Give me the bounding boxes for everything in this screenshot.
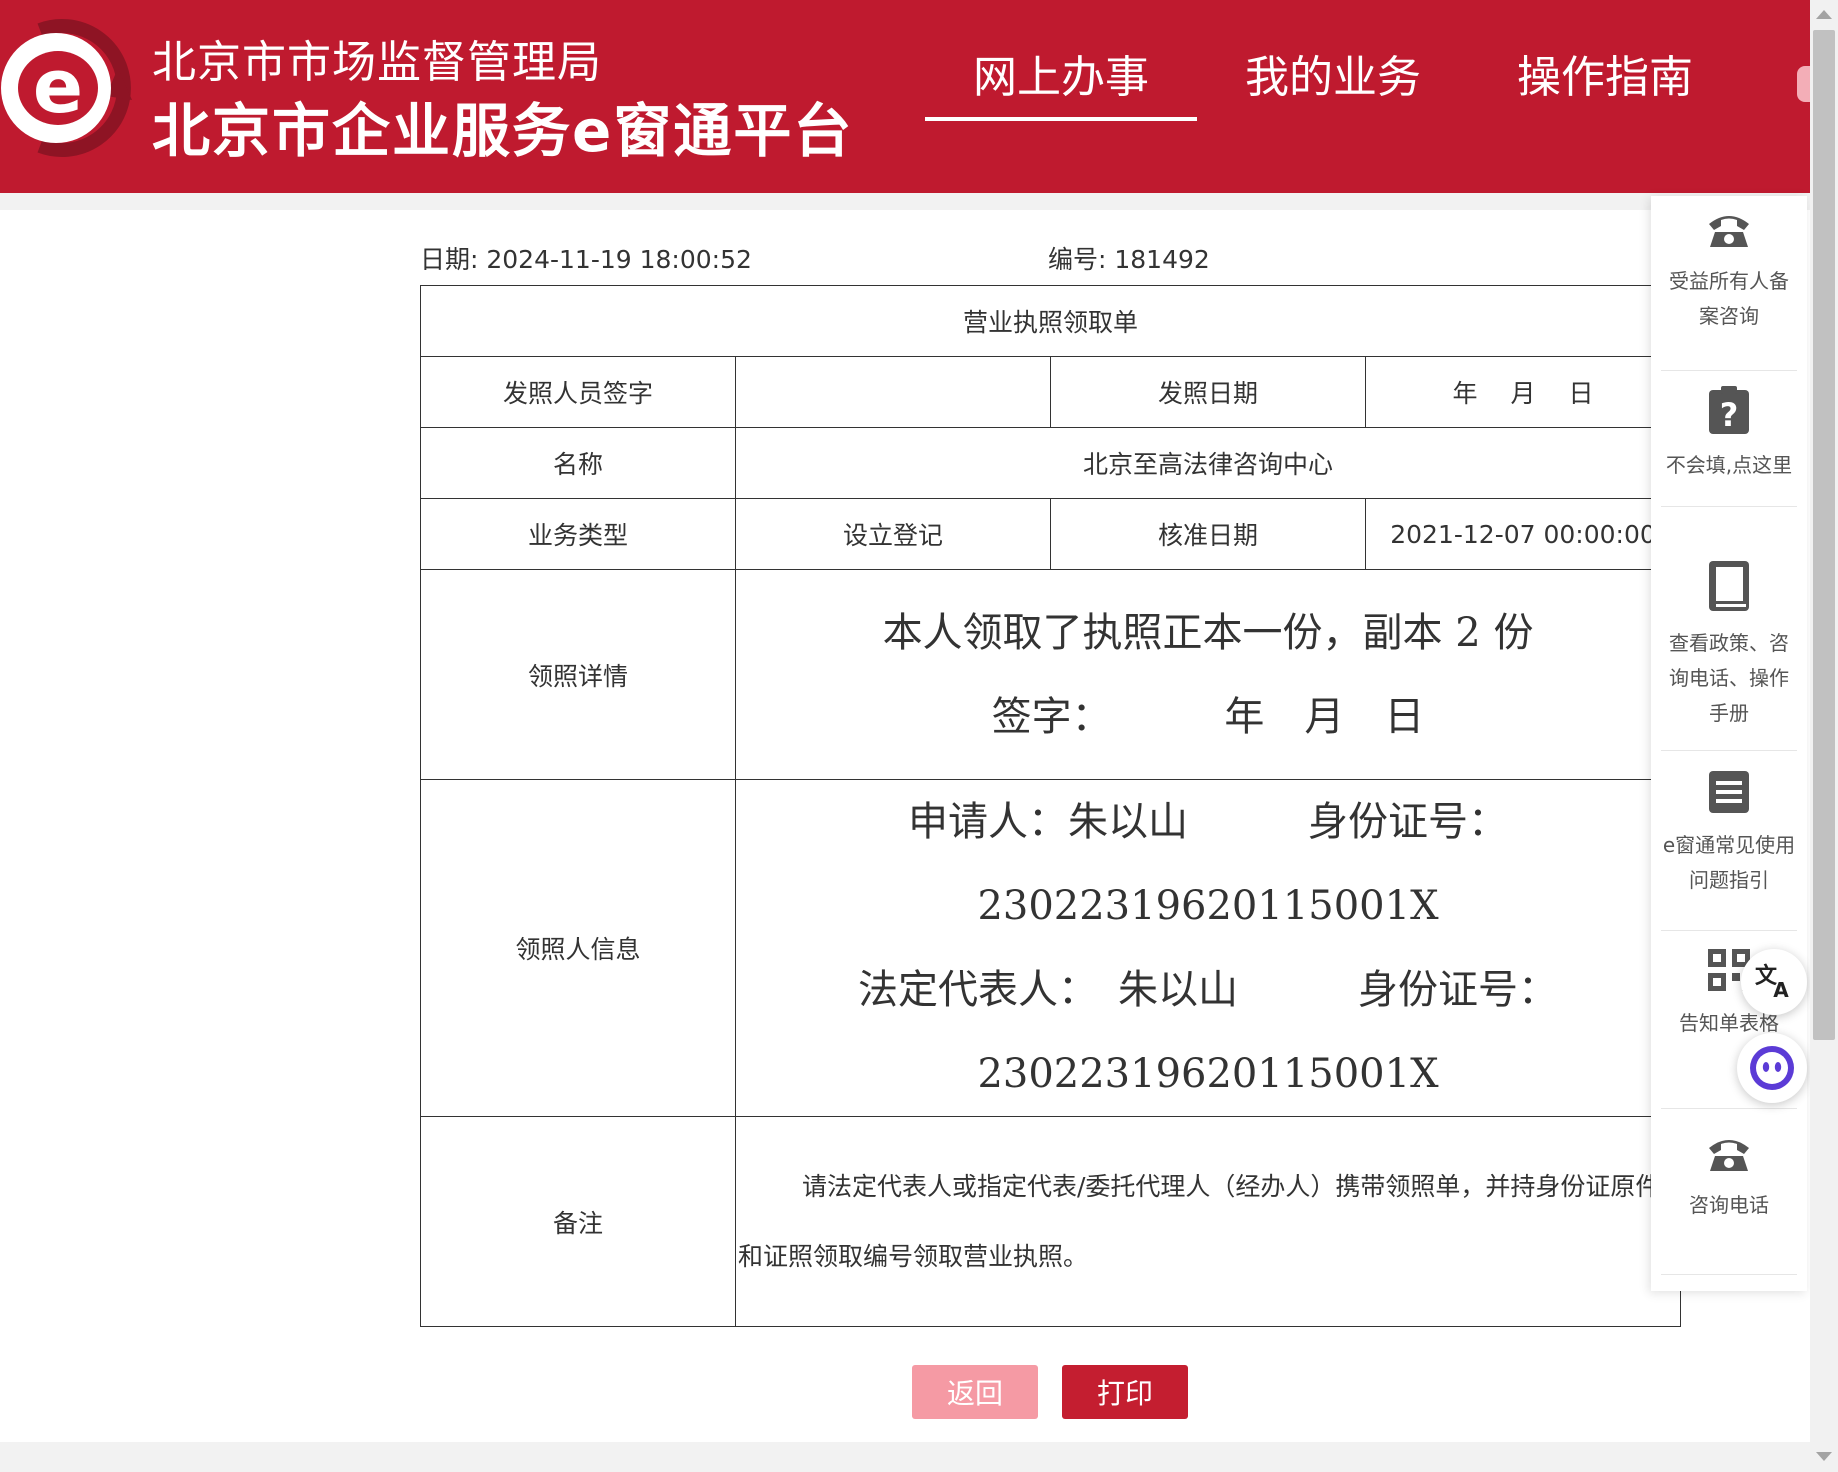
form-title: 营业执照领取单 xyxy=(419,285,1682,357)
side-item-label: 咨询电话 xyxy=(1689,1193,1769,1217)
issue-date-value: 年 月 日 xyxy=(1364,356,1682,428)
side-item-beneficiary[interactable]: 受益所有人备案咨询 xyxy=(1661,210,1797,371)
license-pickup-form: 营业执照领取单 发照人员签字 发照日期 年 月 日 名称 北京至高法律咨询中心 … xyxy=(419,285,1682,1327)
remark-cell: 请法定代表人或指定代表/委托代理人（经办人）携带领照单，并持身份证原件和证照领取… xyxy=(734,1116,1682,1327)
phone-icon xyxy=(1709,216,1749,247)
side-item-label: 不会填,点这里 xyxy=(1665,453,1793,477)
platform-title: 北京市企业服务e窗通平台 xyxy=(152,97,854,165)
applicant-line: 申请人：朱以山 身份证号： xyxy=(908,799,1508,845)
chatbot-icon xyxy=(1750,1046,1794,1090)
action-bar: 返回 打印 xyxy=(0,1365,1810,1419)
detail-cell: 本人领取了执照正本一份，副本 2 份 签字： 年 月 日 xyxy=(734,569,1682,780)
side-item-help-fill[interactable]: ? 不会填,点这里 xyxy=(1661,386,1797,507)
document-list-icon xyxy=(1709,771,1749,813)
side-help-panel: 受益所有人备案咨询 ? 不会填,点这里 查看政策、咨询电话、操作手册 e窗通常见… xyxy=(1651,196,1807,1291)
biz-type-label: 业务类型 xyxy=(420,498,736,570)
issuer-sign-value xyxy=(735,356,1051,428)
scrollbar-thumb[interactable] xyxy=(1813,30,1835,1040)
remark-text: 请法定代表人或指定代表/委托代理人（经办人）携带领照单，并持身份证原件和证照领取… xyxy=(738,1171,1661,1271)
e-logo-icon: e xyxy=(1,19,132,157)
question-icon: ? xyxy=(1709,386,1749,434)
main-nav: 网上办事 我的业务 操作指南 xyxy=(925,0,1741,193)
svg-text:e: e xyxy=(33,44,83,130)
approve-date-label: 核准日期 xyxy=(1050,498,1366,570)
translate-icon: 文 A xyxy=(1755,963,1789,1002)
approve-date-value: 2021-12-07 00:00:00 xyxy=(1364,498,1682,570)
legal-rep-id: 23022319620115001X xyxy=(977,1051,1439,1097)
bureau-subtitle: 北京市市场监督管理局 xyxy=(152,37,602,88)
recipient-label: 领照人信息 xyxy=(420,779,736,1117)
side-item-label: e窗通常见使用问题指引 xyxy=(1662,833,1796,892)
translate-button[interactable]: 文 A xyxy=(1741,949,1807,1015)
book-icon xyxy=(1709,561,1749,611)
header: e 北京市市场监督管理局 北京市企业服务e窗通平台 网上办事 我的业务 操作指南 xyxy=(0,0,1811,193)
doc-number: 编号: 181492 xyxy=(1048,245,1210,274)
company-name: 北京至高法律咨询中心 xyxy=(734,427,1682,499)
recipient-cell: 申请人：朱以山 身份证号： 23022319620115001X 法定代表人： … xyxy=(734,779,1682,1117)
header-side-tab[interactable] xyxy=(1797,66,1811,102)
side-item-hotline[interactable]: 咨询电话 xyxy=(1661,1134,1797,1275)
phone-icon xyxy=(1709,1140,1749,1171)
svg-text:?: ? xyxy=(1720,396,1739,434)
ai-assistant-button[interactable] xyxy=(1737,1033,1807,1103)
doc-date: 日期: 2024-11-19 18:00:52 xyxy=(420,245,752,274)
biz-type-value: 设立登记 xyxy=(735,498,1051,570)
detail-sign-text: 签字： 年 月 日 xyxy=(991,693,1425,740)
side-item-faq[interactable]: e窗通常见使用问题指引 xyxy=(1661,770,1797,931)
issuer-sign-label: 发照人员签字 xyxy=(420,356,736,428)
content-area: 日期: 2024-11-19 18:00:52 编号: 181492 营业执照领… xyxy=(0,210,1810,1442)
side-item-policy[interactable]: 查看政策、咨询电话、操作手册 xyxy=(1661,560,1797,751)
name-label: 名称 xyxy=(420,427,736,499)
print-button[interactable]: 打印 xyxy=(1062,1365,1188,1419)
legal-rep-line: 法定代表人： 朱以山 身份证号： xyxy=(858,967,1558,1013)
side-item-label: 查看政策、咨询电话、操作手册 xyxy=(1669,631,1789,725)
svg-text:A: A xyxy=(1773,978,1789,1002)
scroll-up-arrow-icon[interactable] xyxy=(1816,10,1832,19)
nav-online-service[interactable]: 网上办事 xyxy=(925,0,1197,193)
nav-my-business[interactable]: 我的业务 xyxy=(1197,0,1469,193)
scroll-down-arrow-icon[interactable] xyxy=(1816,1452,1832,1461)
nav-guide[interactable]: 操作指南 xyxy=(1469,0,1741,193)
detail-copies-text: 本人领取了执照正本一份，副本 2 份 xyxy=(882,609,1534,656)
side-item-label: 受益所有人备案咨询 xyxy=(1669,269,1789,328)
issue-date-label: 发照日期 xyxy=(1050,356,1366,428)
applicant-id: 23022319620115001X xyxy=(977,883,1439,929)
back-button[interactable]: 返回 xyxy=(912,1365,1038,1419)
detail-label: 领照详情 xyxy=(420,569,736,780)
remark-label: 备注 xyxy=(420,1116,736,1327)
